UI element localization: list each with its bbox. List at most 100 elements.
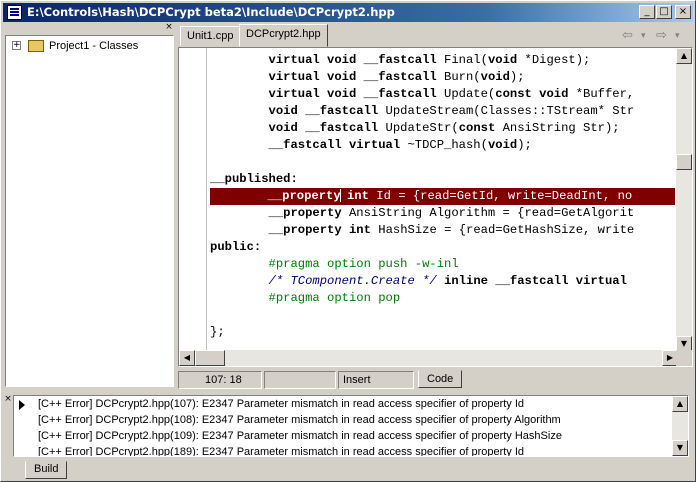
scroll-corner xyxy=(676,350,692,366)
code-line[interactable]: /* TComponent.Create */ inline __fastcal… xyxy=(210,273,675,290)
window-title: E:\Controls\Hash\DCPCrypt beta2\Include\… xyxy=(27,5,395,19)
expand-icon[interactable]: + xyxy=(12,41,21,50)
code-token: AnsiString Str); xyxy=(495,121,620,135)
code-line[interactable]: __fastcall virtual ~TDCP_hash(void); xyxy=(210,137,675,154)
modified-indicator xyxy=(264,371,336,389)
vertical-scrollbar[interactable]: ▲ ▼ xyxy=(676,48,692,366)
horizontal-scrollbar[interactable]: ◀ ▶ xyxy=(179,350,678,366)
code-token: void xyxy=(487,138,518,152)
vertical-scroll-thumb[interactable] xyxy=(676,154,692,170)
code-token: virtual void __fastcall xyxy=(268,53,437,67)
editor-gutter[interactable] xyxy=(179,48,207,352)
horizontal-scroll-thumb[interactable] xyxy=(195,350,225,366)
tab-dcpcrypt2-hpp[interactable]: DCPcrypt2.hpp xyxy=(239,24,328,47)
code-line[interactable]: virtual void __fastcall Burn(void); xyxy=(210,69,675,86)
code-token: Burn( xyxy=(436,70,481,84)
close-button[interactable]: × xyxy=(675,5,691,19)
message-row[interactable]: [C++ Error] DCPcrypt2.hpp(109): E2347 Pa… xyxy=(38,429,562,444)
code-token: *Digest); xyxy=(517,53,591,67)
code-token: int xyxy=(348,223,371,237)
code-token: const void xyxy=(495,87,569,101)
code-view[interactable]: virtual void __fastcall Final(void *Dige… xyxy=(178,47,693,367)
code-line[interactable]: void __fastcall UpdateStr(const AnsiStri… xyxy=(210,120,675,137)
code-line[interactable]: __property int HashSize = {read=GetHashS… xyxy=(210,222,675,239)
code-token: ); xyxy=(509,70,525,84)
code-token: AnsiString Algorithm = {read=GetAlgorit xyxy=(341,206,635,220)
message-row[interactable]: [C++ Error] DCPcrypt2.hpp(107): E2347 Pa… xyxy=(38,397,524,412)
ide-window: E:\Controls\Hash\DCPCrypt beta2\Include\… xyxy=(0,0,696,482)
message-list[interactable]: [C++ Error] DCPcrypt2.hpp(107): E2347 Pa… xyxy=(13,395,689,457)
minimize-button[interactable]: _ xyxy=(639,5,655,19)
code-line-highlighted[interactable]: __property int Id = {read=GetId, write=D… xyxy=(210,188,675,205)
code-token: #pragma option push -w-inl xyxy=(268,257,459,271)
scroll-up-icon[interactable]: ▲ xyxy=(672,396,688,412)
code-token: int xyxy=(346,189,369,203)
forward-dropdown-icon[interactable]: ▾ xyxy=(675,31,680,41)
code-line[interactable]: public: xyxy=(210,239,675,256)
code-token: __property xyxy=(268,223,342,237)
tab-code-view[interactable]: Code xyxy=(418,370,463,388)
tree-item-project1-classes[interactable]: Project1 - Classes xyxy=(49,40,138,52)
editor-window-icon xyxy=(7,5,22,20)
class-explorer-panel: × + Project1 - Classes xyxy=(3,23,176,389)
back-dropdown-icon[interactable]: ▾ xyxy=(641,31,646,41)
code-line[interactable]: __property AnsiString Algorithm = {read=… xyxy=(210,205,675,222)
class-tree[interactable]: + Project1 - Classes xyxy=(5,35,174,387)
scroll-down-icon[interactable]: ▼ xyxy=(672,440,688,456)
code-token: void xyxy=(480,70,510,84)
code-line[interactable]: virtual void __fastcall Update(const voi… xyxy=(210,86,675,103)
code-line[interactable]: void __fastcall UpdateStream(Classes::TS… xyxy=(210,103,675,120)
code-line[interactable]: __published: xyxy=(210,171,675,188)
code-token: UpdateStr( xyxy=(378,121,459,135)
insert-mode-indicator: Insert xyxy=(338,371,414,389)
editor-tabs: Unit1.cpp DCPcrypt2.hpp ⇦ ▾ ⇨ ▾ xyxy=(178,23,693,47)
scroll-left-icon[interactable]: ◀ xyxy=(179,350,195,366)
message-row[interactable]: [C++ Error] DCPcrypt2.hpp(189): E2347 Pa… xyxy=(38,445,524,456)
tab-unit1-cpp[interactable]: Unit1.cpp xyxy=(180,26,241,46)
code-line[interactable]: }; xyxy=(210,324,675,341)
tab-build[interactable]: Build xyxy=(25,461,68,479)
code-line[interactable]: virtual void __fastcall Final(void *Dige… xyxy=(210,52,675,69)
messages-scrollbar[interactable]: ▲ ▼ xyxy=(672,396,688,456)
forward-arrow-icon[interactable]: ⇨ xyxy=(656,28,667,43)
code-line[interactable] xyxy=(210,154,675,171)
title-bar[interactable]: E:\Controls\Hash\DCPCrypt beta2\Include\… xyxy=(3,3,693,22)
code-editor: Unit1.cpp DCPcrypt2.hpp ⇦ ▾ ⇨ ▾ virtual … xyxy=(178,23,693,391)
maximize-button[interactable]: □ xyxy=(656,5,672,19)
code-token: }; xyxy=(210,325,225,339)
code-token: const xyxy=(458,121,496,135)
close-icon[interactable]: × xyxy=(164,23,174,33)
code-token: /* TComponent.Create */ xyxy=(268,274,437,288)
message-row[interactable]: [C++ Error] DCPcrypt2.hpp(108): E2347 Pa… xyxy=(38,413,561,428)
code-token: void __fastcall xyxy=(268,121,379,135)
scroll-up-icon[interactable]: ▲ xyxy=(676,48,692,64)
close-icon[interactable]: × xyxy=(3,395,13,405)
code-token: __fastcall virtual xyxy=(268,138,401,152)
code-line[interactable]: #pragma option pop xyxy=(210,290,675,307)
code-line[interactable] xyxy=(210,307,675,324)
folder-icon xyxy=(28,40,44,52)
code-token: virtual void __fastcall xyxy=(268,70,437,84)
code-line[interactable]: #pragma option push -w-inl xyxy=(210,256,675,273)
cursor-position: 107: 18 xyxy=(178,371,262,389)
code-token: HashSize = {read=GetHashSize, write xyxy=(370,223,635,237)
code-token: void xyxy=(487,53,518,67)
code-token: virtual void __fastcall xyxy=(268,87,437,101)
code-token: UpdateStream(Classes::TStream* Str xyxy=(378,104,635,118)
code-token: __published: xyxy=(210,172,298,186)
code-lines[interactable]: virtual void __fastcall Final(void *Dige… xyxy=(210,52,675,352)
code-token: void __fastcall xyxy=(268,104,379,118)
expand-arrow-icon[interactable] xyxy=(19,400,25,410)
back-arrow-icon[interactable]: ⇦ xyxy=(622,28,633,43)
